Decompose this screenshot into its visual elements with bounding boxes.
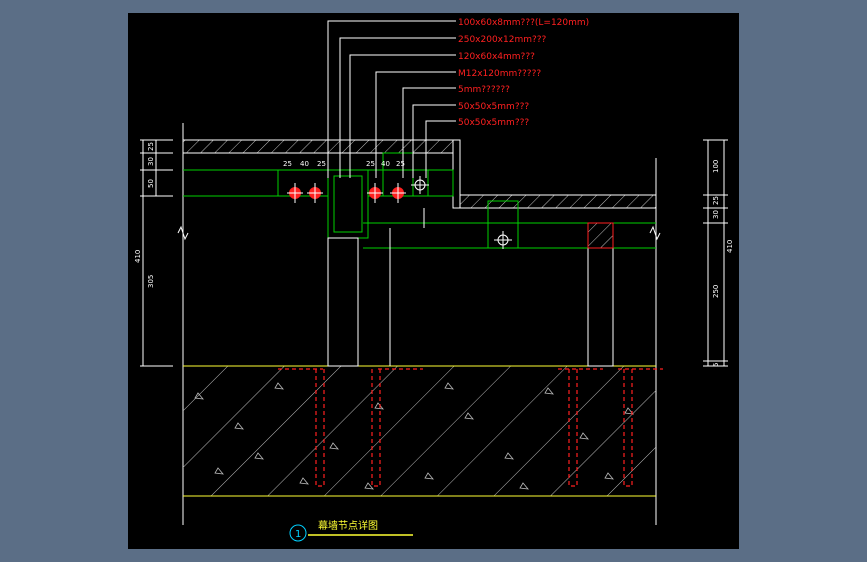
right-dim-30: 30 [712,210,720,219]
callout-label-1: 100x60x8mm???(L=120mm) [458,18,589,28]
left-dim-30: 30 [147,157,155,166]
top-dim-1c: 25 [317,160,326,168]
vertical-posts [327,208,614,367]
concrete-foundation [183,365,656,497]
right-dim-5: 5 [712,363,720,367]
drawing-title: 1 幕墙节点详图 [289,519,413,542]
cad-viewport: 100x60x8mm???(L=120mm) 250x200x12mm??? 1… [0,0,867,562]
callout-label-5: 5mm?????? [458,85,510,95]
left-dimension-text: 25 30 50 410 305 [134,142,155,288]
callout-label-2: 250x200x12mm??? [458,35,547,45]
right-dimension-text: 100 25 30 250 5 410 [712,160,734,367]
left-dim-25: 25 [147,142,155,151]
title-number: 1 [295,529,301,540]
right-dim-410: 410 [726,240,734,253]
top-dim-2a: 25 [366,160,375,168]
top-dim-2c: 25 [396,160,405,168]
leader-line [327,20,456,178]
callout-label-3: 120x60x4mm??? [458,52,535,62]
left-dim-305: 305 [147,275,155,288]
callout-label-7: 50x50x5mm??? [458,118,529,128]
top-dimensions: 25 40 25 25 40 25 [283,160,405,168]
callout-labels: 100x60x8mm???(L=120mm) 250x200x12mm??? 1… [458,18,589,128]
leader-line [339,37,456,178]
left-dimension-chain [140,139,173,367]
upper-slab [182,139,657,209]
leader-line [402,87,456,178]
left-dim-410: 410 [134,250,142,263]
top-dim-1b: 40 [300,160,309,168]
title-text: 幕墙节点详图 [318,519,378,532]
left-dim-50: 50 [147,179,155,188]
top-dim-2b: 40 [381,160,390,168]
callout-label-4: M12x120mm????? [458,69,541,79]
bolt-fasteners [287,176,512,249]
right-dim-25: 25 [712,196,720,205]
callout-leaders [327,20,456,178]
drawing-sheet: 100x60x8mm???(L=120mm) 250x200x12mm??? 1… [128,13,739,549]
top-dim-1a: 25 [283,160,292,168]
detail-drawing: 100x60x8mm???(L=120mm) 250x200x12mm??? 1… [134,18,734,542]
right-dim-100: 100 [712,160,720,173]
right-dim-250: 250 [712,285,720,298]
callout-label-6: 50x50x5mm??? [458,102,529,112]
